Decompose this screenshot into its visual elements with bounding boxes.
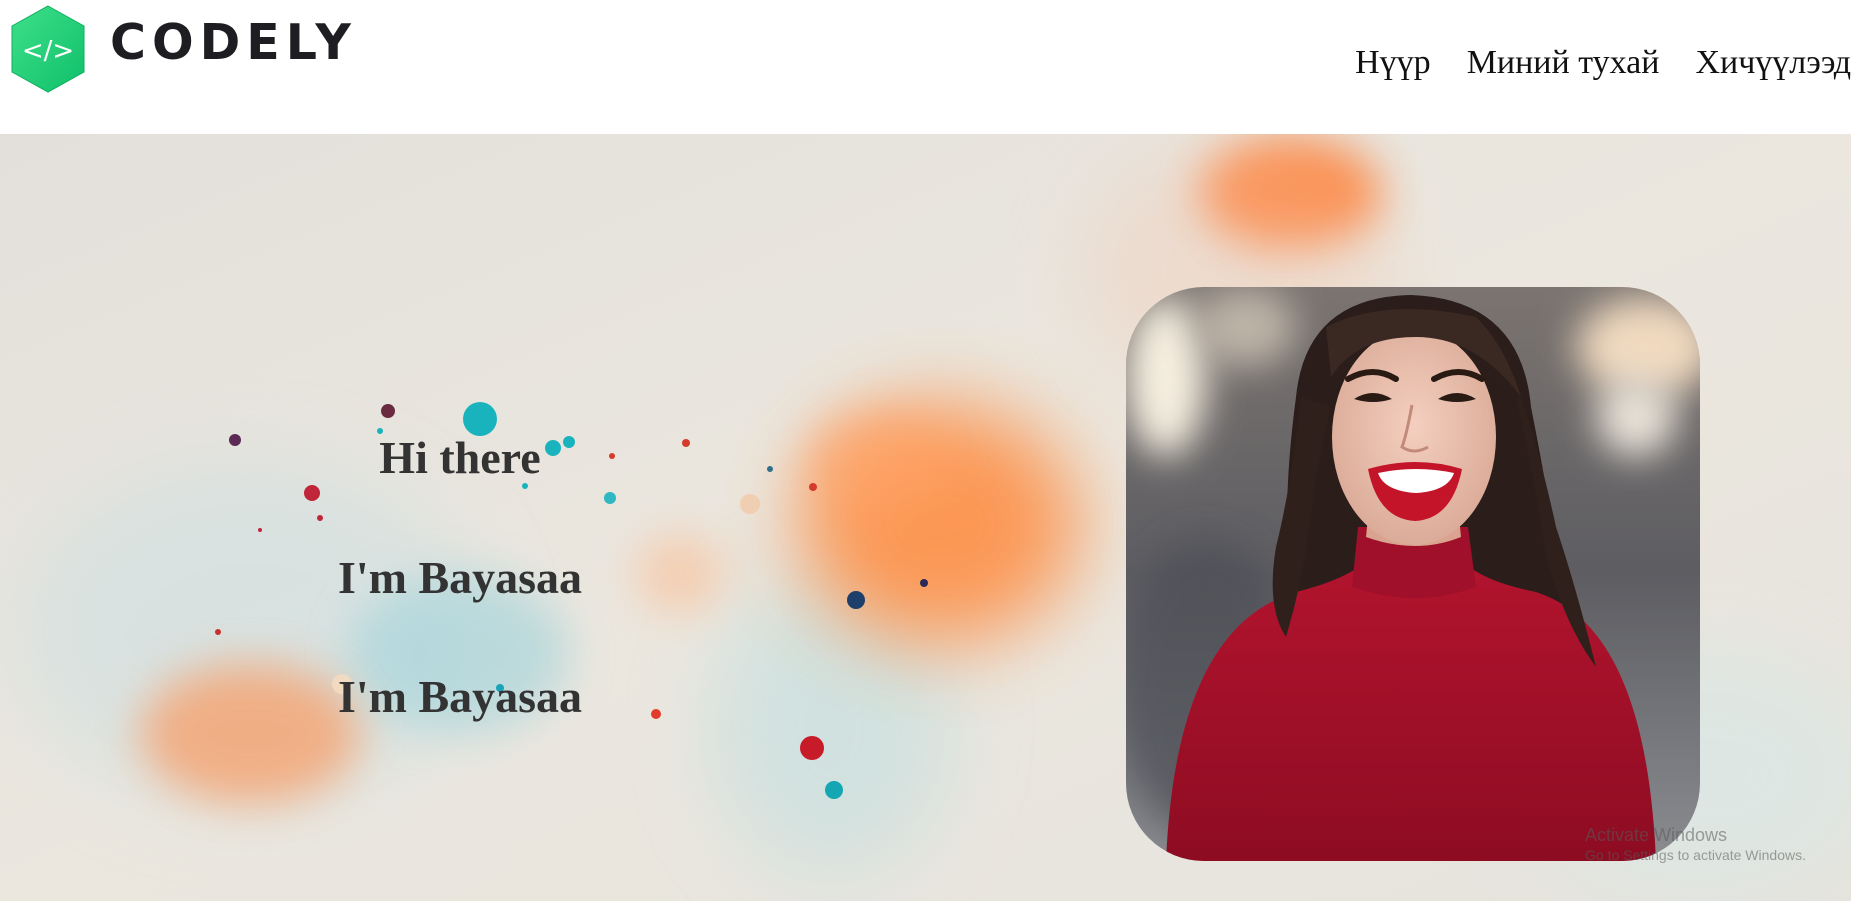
hero-greeting: Hi there	[379, 432, 541, 483]
site-header: </> CODELY Нүүр Миний тухай Хичүүлээд	[0, 0, 1851, 134]
portrait-image	[1126, 287, 1700, 861]
brand-logo[interactable]: </> CODELY	[8, 4, 351, 94]
hero-intro: Hi there I'm Bayasaa I'm Bayasaa	[0, 134, 920, 901]
watermark-title: Activate Windows	[1585, 825, 1728, 845]
watermark-subtitle: Go to Settings to activate Windows.	[1585, 847, 1806, 863]
hero-section: Hi there I'm Bayasaa I'm Bayasaa Activat…	[0, 134, 1851, 901]
brand-name: CODELY	[110, 14, 357, 71]
code-hexagon-icon: </>	[11, 5, 85, 93]
code-glyph: </>	[22, 36, 74, 66]
hero-name-line: I'm Bayasaa	[337, 552, 583, 603]
profile-photo	[1126, 287, 1700, 861]
activate-windows-watermark: Activate Windows Go to Settings to activ…	[1585, 824, 1851, 864]
hero-name-line-repeat: I'm Bayasaa	[337, 671, 583, 722]
nav-link-lessons[interactable]: Хичүүлээд	[1695, 38, 1851, 88]
main-nav: Нүүр Миний тухай Хичүүлээд	[1319, 38, 1851, 88]
nav-link-home[interactable]: Нүүр	[1355, 38, 1431, 88]
nav-link-about[interactable]: Миний тухай	[1467, 38, 1660, 88]
